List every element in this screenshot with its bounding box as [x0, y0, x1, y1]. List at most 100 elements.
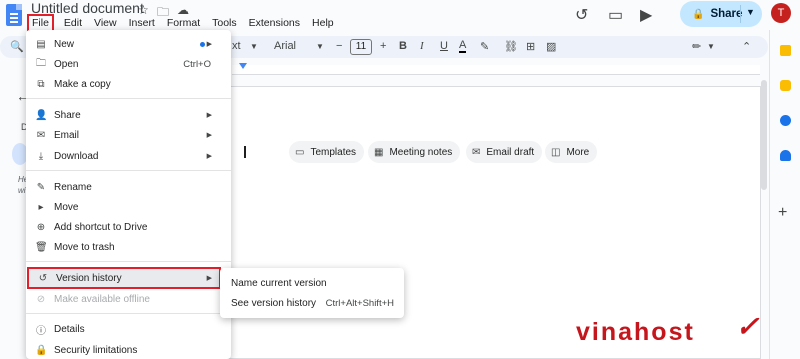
- menu-item-share[interactable]: 👤 Share ▶: [26, 106, 231, 124]
- lock-icon: 🔒: [692, 8, 705, 20]
- menu-divider: [26, 261, 231, 262]
- menu-item-label: Details: [54, 323, 85, 335]
- menu-item-version-history[interactable]: ↺ Version history ▶: [27, 267, 221, 289]
- menu-item-open[interactable]: 🗀 Open Ctrl+O: [26, 55, 231, 73]
- menu-item-email[interactable]: ✉ Email ▶: [26, 126, 231, 144]
- comments-icon[interactable]: ▭: [608, 5, 623, 25]
- text-color-button[interactable]: A: [459, 40, 467, 53]
- submenu-item-name-current-version[interactable]: Name current version: [220, 273, 404, 293]
- menu-item-new[interactable]: ▤ New ▶: [26, 35, 231, 53]
- doc-icon: ▤: [36, 38, 46, 50]
- pencil-icon: ✎: [36, 181, 46, 193]
- menu-edit[interactable]: Edit: [62, 16, 84, 30]
- history-icon: ↺: [38, 272, 48, 284]
- chevron-down-icon[interactable]: ▼: [316, 42, 324, 51]
- menu-divider: [26, 313, 231, 314]
- bold-button[interactable]: B: [399, 40, 407, 52]
- templates-icon: ▭: [295, 146, 305, 158]
- download-icon: ⤓: [38, 150, 44, 162]
- menu-item-security-limitations[interactable]: 🔒 Security limitations: [26, 341, 231, 359]
- shortcut-label: Ctrl+O: [183, 58, 211, 70]
- menu-help[interactable]: Help: [310, 16, 336, 30]
- menu-item-move[interactable]: ▸ Move: [26, 198, 231, 216]
- contacts-icon[interactable]: [780, 150, 791, 161]
- menu-item-make-copy[interactable]: ⧉ Make a copy: [26, 75, 231, 93]
- scrollbar[interactable]: [761, 80, 767, 190]
- menu-item-details[interactable]: ⓘ Details: [26, 320, 231, 338]
- menu-item-label: Share: [54, 109, 81, 121]
- keep-icon[interactable]: [780, 80, 791, 91]
- share-label: Share: [710, 8, 743, 20]
- menu-file[interactable]: File: [27, 14, 54, 32]
- menu-tools[interactable]: Tools: [210, 16, 239, 30]
- editing-mode-pencil-icon[interactable]: ✏: [692, 40, 701, 53]
- increase-font-icon[interactable]: +: [380, 40, 386, 52]
- move-icon: ▸: [38, 201, 44, 213]
- calendar-icon[interactable]: [780, 45, 791, 56]
- more-chip[interactable]: ◫ More: [545, 141, 598, 163]
- shortcut-label: Ctrl+Alt+Shift+H: [325, 297, 394, 309]
- avatar[interactable]: T: [771, 3, 791, 23]
- submenu-item-label: See version history: [231, 297, 317, 309]
- version-history-icon[interactable]: ↺: [575, 5, 588, 25]
- cloud-status-icon[interactable]: ☁: [177, 3, 189, 17]
- menu-item-label: Rename: [54, 181, 92, 193]
- templates-chip[interactable]: ▭ Templates: [289, 141, 365, 163]
- share-button[interactable]: 🔒 Share ▼: [680, 1, 762, 27]
- menu-item-rename[interactable]: ✎ Rename: [26, 178, 231, 196]
- menu-item-label: New: [54, 38, 75, 50]
- menu-item-label: Move to trash: [54, 241, 115, 253]
- highlight-pen-icon[interactable]: ✎: [480, 40, 489, 53]
- person-add-icon: 👤: [35, 109, 48, 121]
- decrease-font-icon[interactable]: −: [336, 40, 342, 52]
- star-icon[interactable]: ☆: [138, 3, 149, 17]
- chevron-down-icon[interactable]: ▼: [746, 7, 755, 17]
- menu-item-download[interactable]: ⤓ Download ▶: [26, 147, 231, 165]
- search-menus-icon[interactable]: 🔍: [10, 40, 24, 53]
- copy-icon: ⧉: [37, 78, 45, 90]
- italic-button[interactable]: I: [420, 40, 424, 52]
- menu-extensions[interactable]: Extensions: [247, 16, 302, 30]
- link-icon[interactable]: ⛓: [504, 40, 518, 53]
- menu-item-label: Email: [54, 129, 80, 141]
- chevron-down-icon[interactable]: ▼: [707, 42, 715, 51]
- hide-menus-icon[interactable]: ⌃: [742, 40, 751, 53]
- email-draft-chip[interactable]: ✉ Email draft: [466, 141, 543, 163]
- offline-icon: ⊘: [36, 293, 46, 305]
- font-select[interactable]: Arial: [274, 40, 296, 52]
- underline-button[interactable]: U: [440, 40, 448, 52]
- chip-label: More: [566, 146, 590, 158]
- submenu-arrow-icon: ▶: [206, 153, 212, 160]
- chip-label: Meeting notes: [389, 146, 453, 158]
- horizontal-ruler[interactable]: [232, 65, 760, 75]
- mail-icon: ✉: [36, 129, 46, 141]
- comment-add-icon[interactable]: ⊞: [526, 40, 535, 53]
- menu-format[interactable]: Format: [165, 16, 202, 30]
- meeting-notes-chip[interactable]: ▦ Meeting notes: [368, 141, 461, 163]
- more-icon: ◫: [551, 146, 561, 158]
- menu-insert[interactable]: Insert: [127, 16, 157, 30]
- meet-icon[interactable]: ▶: [640, 5, 652, 25]
- menu-divider: [26, 98, 231, 99]
- tasks-icon[interactable]: [780, 115, 791, 126]
- info-icon: ⓘ: [36, 325, 46, 337]
- docs-logo-icon[interactable]: [6, 4, 22, 26]
- submenu-item-see-version-history[interactable]: See version history Ctrl+Alt+Shift+H: [220, 293, 404, 313]
- image-icon[interactable]: ▨: [546, 40, 556, 53]
- font-size-input[interactable]: 11: [350, 39, 372, 55]
- calendar-note-icon: ▦: [374, 146, 384, 158]
- style-select[interactable]: xt: [232, 40, 241, 52]
- chevron-down-icon[interactable]: ▼: [250, 42, 258, 51]
- menu-item-label: Add shortcut to Drive: [54, 221, 148, 233]
- menu-item-move-to-trash[interactable]: 🗑 Move to trash: [26, 238, 231, 256]
- document-title[interactable]: Untitled document: [31, 0, 144, 16]
- menu-view[interactable]: View: [92, 16, 119, 30]
- trash-icon: 🗑: [35, 241, 48, 253]
- menu-item-add-shortcut[interactable]: ⊕ Add shortcut to Drive: [26, 218, 231, 236]
- add-addon-icon[interactable]: +: [778, 204, 787, 222]
- menu-item-label: Version history: [56, 272, 122, 284]
- version-history-submenu: Name current version See version history…: [220, 268, 404, 318]
- submenu-arrow-icon: ▶: [206, 132, 212, 139]
- vinahost-watermark-logo: vinahost: [576, 318, 695, 346]
- menu-item-label: Open: [54, 58, 79, 70]
